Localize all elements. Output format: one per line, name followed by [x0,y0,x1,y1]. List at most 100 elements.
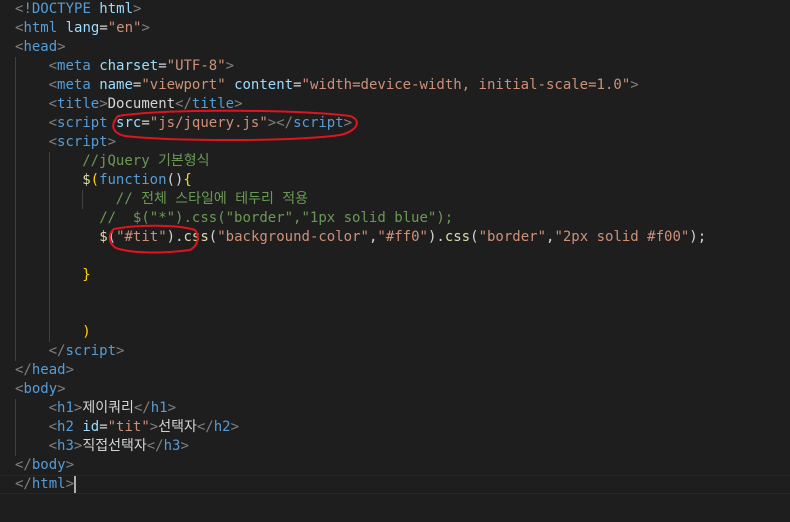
code-token: > [65,476,75,492]
code-token: h3 [57,438,74,454]
code-line[interactable]: <title>Document</title> [0,95,790,114]
code-token: body [31,457,66,473]
code-token: //jQuery 기본형식 [82,153,210,169]
code-token: < [48,58,58,74]
code-token: charset [99,58,159,74]
code-token: "width=device-width, initial-scale=1.0" [301,77,631,93]
code-token: </ [15,362,32,378]
code-line[interactable]: <script src="js/jquery.js"></script> [0,114,790,133]
code-line[interactable]: <h1>제이쿼리</h1> [0,399,790,418]
code-line[interactable]: $(function(){ [0,171,790,190]
code-token: { [183,172,192,188]
code-text: <script> [49,133,116,152]
code-token: "js/jquery.js" [149,115,268,131]
code-token: // $("*").css("border","1px solid blue")… [99,210,454,226]
code-token: !DOCTYPE [23,1,100,17]
code-token: < [48,400,58,416]
indent-guide [15,399,16,418]
indent-guide [48,247,50,266]
code-editor[interactable]: <!DOCTYPE html> <html lang="en"> <head> <me… [0,0,790,522]
code-token: < [48,115,58,131]
code-token: h2 [57,419,83,435]
code-token: name [99,77,133,93]
code-token: head [23,39,58,55]
code-token: 직접선택자 [82,438,147,454]
code-line[interactable]: //jQuery 기본형식 [0,152,790,171]
indent-guide [15,323,16,342]
code-line[interactable]: </head> [0,361,790,380]
code-token: > [133,1,142,17]
code-token: content [234,77,294,93]
code-token: ); [689,229,707,245]
code-token: > [116,343,125,359]
code-line[interactable]: $("#tit").css("background-color","#ff0")… [0,228,790,247]
code-token: > [57,381,66,397]
code-token: < [48,134,58,150]
code-line[interactable] [0,247,790,266]
code-line[interactable]: </body> [0,456,790,475]
code-token: > [167,400,177,416]
code-text: <html lang="en"> [15,19,150,38]
code-line[interactable]: ) [0,323,790,342]
code-line[interactable]: <body> [0,380,790,399]
code-token: </ [15,457,32,473]
indent-guide [48,209,50,228]
code-text: $("#tit").css("background-color","#ff0")… [99,228,706,247]
code-line[interactable]: <meta name="viewport" content="width=dev… [0,76,790,95]
indent-guide [48,152,50,171]
code-text: <body> [15,380,66,399]
code-token: script [57,134,108,150]
code-token: "viewport" [141,77,226,93]
code-token: function [99,172,167,188]
code-token: = [141,115,150,131]
code-token: > [234,96,243,112]
code-token: ( [470,229,479,245]
code-line[interactable]: <script> [0,133,790,152]
code-token: < [48,77,58,93]
code-text: </body> [15,456,74,475]
indent-guide [15,304,16,323]
indent-guide [15,190,16,209]
code-line[interactable]: <h3>직접선택자</h3> [0,437,790,456]
code-line[interactable]: <meta charset="UTF-8"> [0,57,790,76]
code-line[interactable]: // $("*").css("border","1px solid blue")… [0,209,790,228]
code-line[interactable]: } [0,266,790,285]
code-token: > [343,115,353,131]
code-token: > [65,457,75,473]
code-line[interactable]: <!DOCTYPE html> [0,0,790,19]
code-token: </ [133,400,151,416]
code-line[interactable]: <head> [0,38,790,57]
indent-guide [15,418,16,437]
code-text: // 전체 스타일에 테두리 적용 [116,190,308,209]
code-token: "background-color" [217,229,369,245]
code-token: = [293,77,302,93]
code-token: > [630,77,639,93]
code-text: <h1>제이쿼리</h1> [49,399,176,418]
code-token: html [23,20,66,36]
indent-guide [48,171,50,190]
code-token: < [48,96,58,112]
code-token: id [82,419,100,435]
code-token: css [444,229,471,245]
code-token: </ [196,419,214,435]
code-line[interactable]: // 전체 스타일에 테두리 적용 [0,190,790,209]
code-text: // $("*").css("border","1px solid blue")… [99,209,453,228]
code-token: h3 [163,438,181,454]
code-line[interactable]: </html> [0,475,790,494]
code-line[interactable] [0,285,790,304]
code-line[interactable] [0,304,790,323]
indent-guide [15,152,16,171]
code-token: = [99,20,108,36]
code-token: } [82,267,91,283]
code-text: <head> [15,38,66,57]
code-token: h1 [57,400,74,416]
code-line[interactable]: <h2 id="tit">선택자</h2> [0,418,790,437]
indent-guide [15,95,16,114]
code-text: <h3>직접선택자</h3> [49,437,189,456]
code-line[interactable]: </script> [0,342,790,361]
code-line[interactable]: <html lang="en"> [0,19,790,38]
code-token: title [191,96,235,112]
indent-guide [48,323,50,342]
code-token: 선택자 [158,419,197,435]
code-token: () [166,172,184,188]
